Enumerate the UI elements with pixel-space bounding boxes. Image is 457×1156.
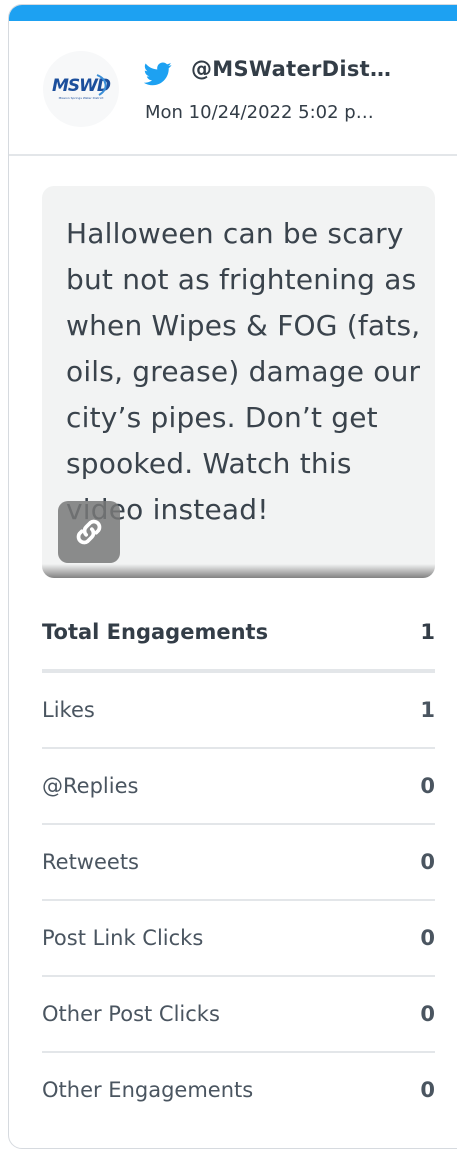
stat-row-other-post-clicks: Other Post Clicks 0: [42, 977, 435, 1053]
chain-link-icon: [76, 519, 102, 545]
post-fade: [42, 564, 435, 578]
stat-value: 0: [420, 850, 435, 874]
post-header: MSWD Mission Springs Water District @MSW…: [9, 21, 457, 156]
post-text: Halloween can be scary but not as fright…: [66, 217, 421, 526]
post-timestamp: Mon 10/24/2022 5:02 p…: [145, 102, 374, 123]
stat-value: 0: [420, 774, 435, 798]
stat-value: 1: [420, 698, 435, 722]
stat-label: Post Link Clicks: [42, 926, 204, 950]
stat-label: @Replies: [42, 774, 139, 798]
stat-label: Total Engagements: [42, 620, 269, 644]
post-card: MSWD Mission Springs Water District @MSW…: [8, 4, 457, 1149]
stat-row-total-engagements: Total Engagements 1: [42, 595, 435, 673]
avatar-logo-subtext: Mission Springs Water District: [58, 96, 104, 100]
stat-row-likes: Likes 1: [42, 673, 435, 749]
stat-value: 0: [420, 1002, 435, 1026]
stat-label: Likes: [42, 698, 95, 722]
engagement-stats: Total Engagements 1 Likes 1 @Replies 0 R…: [42, 595, 435, 1127]
stat-row-replies: @Replies 0: [42, 749, 435, 825]
accent-bar: [9, 5, 457, 21]
account-handle[interactable]: @MSWaterDist…: [191, 57, 391, 81]
stat-value: 0: [420, 926, 435, 950]
stat-label: Other Engagements: [42, 1078, 254, 1102]
avatar[interactable]: MSWD Mission Springs Water District: [43, 51, 119, 127]
stat-value: 1: [420, 620, 435, 644]
post-content[interactable]: Halloween can be scary but not as fright…: [42, 186, 435, 578]
stat-row-other-engagements: Other Engagements 0: [42, 1053, 435, 1127]
stat-row-retweets: Retweets 0: [42, 825, 435, 901]
water-drop-icon: [96, 74, 107, 96]
twitter-icon: [144, 62, 172, 86]
stat-label: Other Post Clicks: [42, 1002, 220, 1026]
stat-row-post-link-clicks: Post Link Clicks 0: [42, 901, 435, 977]
stat-label: Retweets: [42, 850, 139, 874]
link-icon[interactable]: [58, 501, 120, 563]
stat-value: 0: [420, 1078, 435, 1102]
